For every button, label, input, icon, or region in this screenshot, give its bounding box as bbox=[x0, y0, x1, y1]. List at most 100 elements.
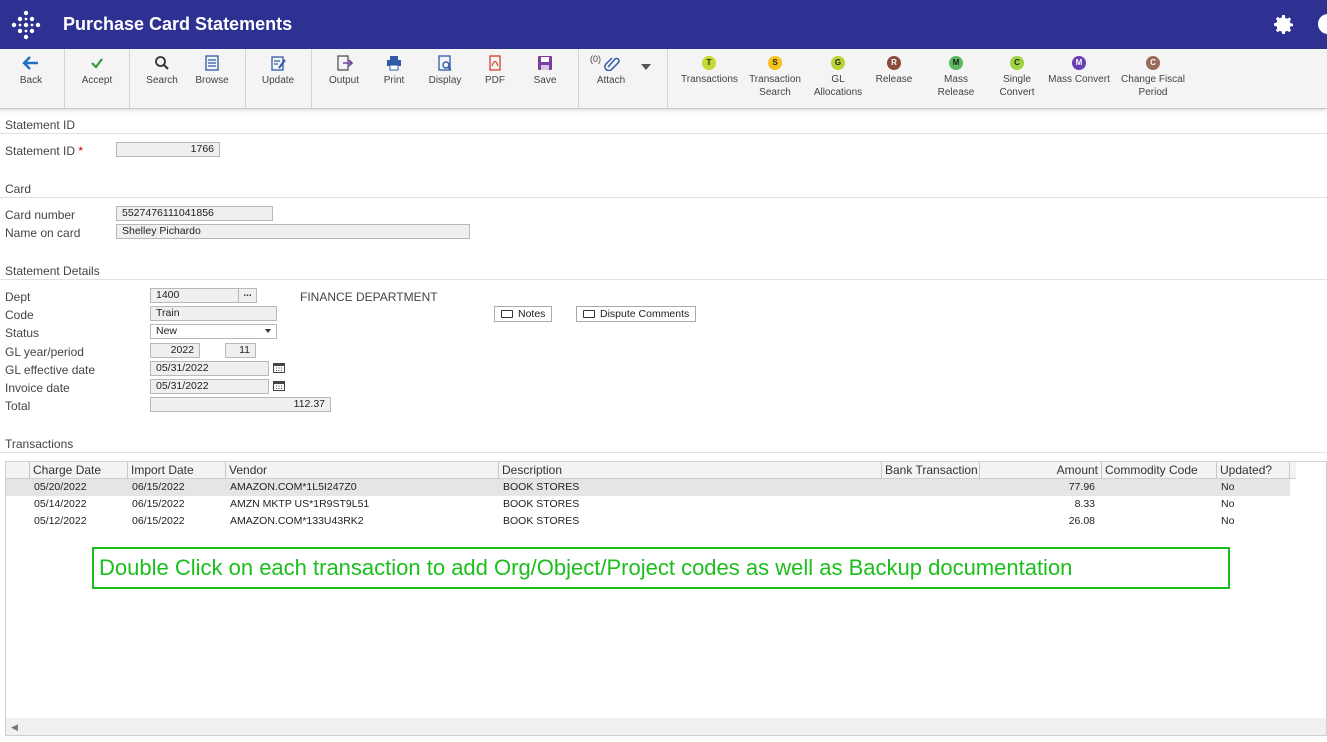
update-label: Update bbox=[261, 75, 295, 86]
cell-vendor: AMAZON.COM*1L5I247Z0 bbox=[230, 481, 357, 493]
search-button[interactable]: Search bbox=[144, 55, 180, 87]
display-button[interactable]: Display bbox=[427, 55, 463, 87]
notes-button[interactable]: Notes bbox=[494, 306, 553, 322]
search-label: Search bbox=[146, 75, 178, 86]
column-header-updated[interactable]: Updated? bbox=[1216, 462, 1290, 479]
column-header-commodity-code[interactable]: Commodity Code bbox=[1101, 462, 1216, 479]
transaction-search-button[interactable]: S Transaction Search bbox=[748, 55, 802, 99]
cell-description: BOOK STORES bbox=[503, 515, 580, 527]
change-fiscal-period-button[interactable]: C Change Fiscal Period bbox=[1120, 55, 1186, 99]
back-button[interactable]: Back bbox=[15, 55, 47, 87]
transactions-grid: Charge Date Import Date Vendor Descripti… bbox=[5, 461, 1327, 736]
total-label: Total bbox=[5, 399, 31, 413]
release-label: Release bbox=[875, 74, 913, 85]
statement-id-label-text: Statement ID bbox=[5, 144, 76, 158]
transactions-button[interactable]: T Transactions bbox=[681, 55, 738, 86]
output-button[interactable]: Output bbox=[326, 55, 362, 87]
name-on-card-field[interactable]: Shelley Pichardo bbox=[116, 224, 470, 239]
mass-convert-label: Mass Convert bbox=[1048, 74, 1110, 85]
dispute-comments-button[interactable]: Dispute Comments bbox=[576, 306, 697, 322]
cell-amount: 26.08 bbox=[1068, 515, 1095, 527]
release-button[interactable]: R Release bbox=[875, 55, 913, 86]
gl-allocations-button[interactable]: G GL Allocations bbox=[812, 55, 864, 99]
table-row[interactable]: 05/14/2022 06/15/2022 AMZN MKTP US*1R9ST… bbox=[6, 496, 1290, 513]
section-divider bbox=[0, 197, 1327, 198]
transactions-icon: T bbox=[702, 56, 716, 70]
mass-release-icon: M bbox=[949, 56, 963, 70]
status-select[interactable]: New bbox=[150, 324, 277, 339]
calendar-icon[interactable] bbox=[273, 380, 285, 391]
gl-allocations-icon: G bbox=[831, 56, 845, 70]
cell-updated: No bbox=[1221, 481, 1235, 493]
column-header-description[interactable]: Description bbox=[498, 462, 881, 479]
update-button[interactable]: Update bbox=[259, 55, 297, 87]
section-divider bbox=[0, 279, 1327, 280]
toolbar-divider bbox=[311, 49, 312, 108]
dept-field[interactable]: 1400 bbox=[150, 288, 239, 303]
dept-label: Dept bbox=[5, 290, 31, 304]
accept-button[interactable]: Accept bbox=[78, 55, 116, 87]
folder-icon bbox=[583, 310, 595, 318]
required-marker: * bbox=[78, 144, 84, 158]
gl-allocations-label-2: Allocations bbox=[813, 87, 863, 98]
app-logo-icon[interactable] bbox=[10, 9, 42, 41]
calendar-icon[interactable] bbox=[273, 362, 285, 373]
gl-period-field[interactable]: 11 bbox=[225, 343, 256, 358]
invoice-date-field[interactable]: 05/31/2022 bbox=[150, 379, 269, 394]
cell-updated: No bbox=[1221, 515, 1235, 527]
status-label: Status bbox=[5, 326, 40, 340]
dept-lookup-button[interactable]: ... bbox=[238, 288, 257, 303]
cell-vendor: AMZN MKTP US*1R9ST9L51 bbox=[230, 498, 370, 510]
checkmark-icon bbox=[91, 58, 103, 69]
column-header-amount[interactable]: Amount bbox=[979, 462, 1101, 479]
gl-effective-date-field[interactable]: 05/31/2022 bbox=[150, 361, 269, 376]
statement-id-field[interactable]: 1766 bbox=[116, 142, 220, 157]
statement-id-label: Statement ID * bbox=[5, 144, 83, 158]
cell-import-date: 06/15/2022 bbox=[132, 498, 185, 510]
cell-amount: 8.33 bbox=[1074, 498, 1095, 510]
browse-button[interactable]: Browse bbox=[194, 55, 230, 87]
table-row[interactable]: 05/20/2022 06/15/2022 AMAZON.COM*1L5I247… bbox=[6, 479, 1290, 496]
attach-button[interactable]: (0) Attach bbox=[588, 54, 634, 87]
code-field[interactable]: Train bbox=[150, 306, 277, 321]
transactions-label: Transactions bbox=[681, 74, 738, 85]
user-avatar[interactable] bbox=[1318, 14, 1327, 34]
save-button[interactable]: Save bbox=[530, 55, 560, 87]
transaction-search-label-2: Search bbox=[759, 87, 791, 98]
cell-description: BOOK STORES bbox=[503, 498, 580, 510]
print-button[interactable]: Print bbox=[378, 55, 410, 87]
dispute-comments-button-label: Dispute Comments bbox=[600, 308, 690, 320]
cell-import-date: 06/15/2022 bbox=[132, 515, 185, 527]
page-title: Purchase Card Statements bbox=[63, 14, 293, 34]
gl-year-period-label: GL year/period bbox=[5, 345, 84, 359]
mass-convert-button[interactable]: M Mass Convert bbox=[1047, 55, 1111, 86]
mass-convert-icon: M bbox=[1072, 56, 1086, 70]
card-number-label: Card number bbox=[5, 208, 76, 222]
pdf-button[interactable]: PDF bbox=[480, 55, 510, 87]
column-header-bank-transaction[interactable]: Bank Transaction bbox=[881, 462, 979, 479]
attach-dropdown-arrow-icon[interactable] bbox=[641, 64, 651, 70]
output-label: Output bbox=[328, 75, 360, 86]
card-number-field[interactable]: 5527476111041856 bbox=[116, 206, 273, 221]
table-row[interactable]: 05/12/2022 06/15/2022 AMAZON.COM*133U43R… bbox=[6, 513, 1290, 530]
column-header-import-date[interactable]: Import Date bbox=[127, 462, 225, 479]
output-icon bbox=[337, 55, 354, 71]
single-convert-button[interactable]: C Single Convert bbox=[996, 55, 1038, 99]
scroll-left-arrow-icon[interactable]: ◀ bbox=[11, 722, 18, 733]
transaction-search-icon: S bbox=[768, 56, 782, 70]
dept-name: FINANCE DEPARTMENT bbox=[300, 290, 438, 304]
column-header-vendor[interactable]: Vendor bbox=[225, 462, 498, 479]
gear-icon[interactable] bbox=[1272, 13, 1296, 37]
change-fiscal-period-icon: C bbox=[1146, 56, 1160, 70]
horizontal-scrollbar[interactable]: ◀ bbox=[6, 718, 1326, 735]
cell-charge-date: 05/12/2022 bbox=[34, 515, 87, 527]
section-divider bbox=[0, 452, 1327, 453]
statement-details-section-title: Statement Details bbox=[5, 264, 100, 278]
preview-document-icon bbox=[438, 55, 452, 71]
cell-amount: 77.96 bbox=[1068, 481, 1095, 493]
code-label: Code bbox=[5, 308, 34, 322]
gl-year-field[interactable]: 2022 bbox=[150, 343, 200, 358]
mass-release-button[interactable]: M Mass Release bbox=[925, 55, 987, 99]
printer-icon bbox=[387, 56, 401, 71]
column-header-charge-date[interactable]: Charge Date bbox=[29, 462, 127, 479]
